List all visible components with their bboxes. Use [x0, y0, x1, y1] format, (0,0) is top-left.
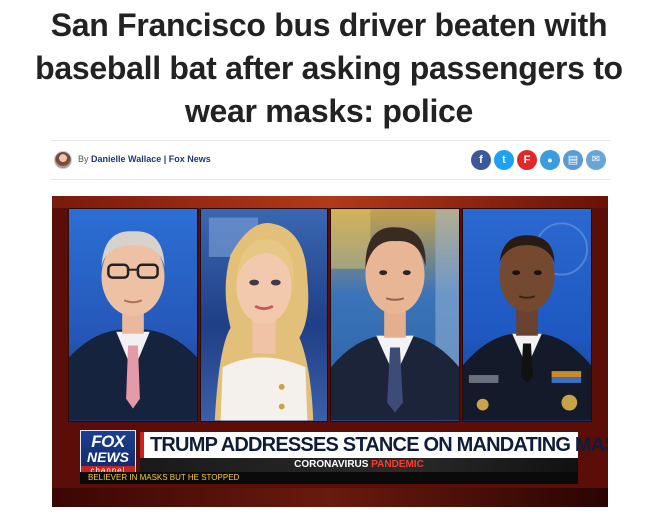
host-man-glasses — [69, 231, 197, 421]
print-icon[interactable]: ▤ — [563, 150, 583, 170]
author-link[interactable]: Danielle Wallace — [91, 154, 161, 164]
logo-line-2: NEWS — [87, 449, 129, 465]
chyron-subheadline: CORONAVIRUS PANDEMIC — [140, 458, 578, 472]
email-icon[interactable]: ✉ — [586, 150, 606, 170]
comments-icon[interactable]: ● — [540, 150, 560, 170]
video-panel-3 — [330, 208, 460, 422]
article-headline: San Francisco bus driver beaten with bas… — [35, 7, 623, 129]
byline-bar: By Danielle Wallace | Fox News f t F ● ▤… — [50, 140, 610, 180]
flipboard-icon[interactable]: F — [517, 150, 537, 170]
chyron-headline: TRUMP ADDRESSES STANCE ON MANDATING MASK… — [140, 432, 608, 458]
guest-man-uniform — [463, 222, 591, 421]
news-lower-third: FOX NEWS channel TRUMP ADDRESSES STANCE … — [80, 428, 608, 484]
host-woman-blonde — [208, 217, 314, 421]
video-panel-1 — [68, 208, 198, 422]
share-buttons: f t F ● ▤ ✉ — [471, 150, 606, 170]
author-avatar[interactable] — [54, 151, 72, 169]
guest-man-suit — [331, 209, 459, 421]
logo-line-1: FOX — [91, 432, 125, 451]
video-panel-4 — [462, 208, 592, 422]
video-bottom-strip — [52, 488, 608, 507]
fox-news-logo: FOX NEWS channel — [80, 430, 136, 478]
video-panel-2 — [200, 208, 328, 422]
news-ticker: BELIEVER IN MASKS BUT HE STOPPED — [80, 472, 578, 484]
chyron-sub-word-1: CORONAVIRUS — [294, 459, 369, 470]
byline-separator: | — [163, 154, 167, 164]
outlet-link[interactable]: Fox News — [169, 154, 211, 164]
twitter-icon[interactable]: t — [494, 150, 514, 170]
byline-prefix: By — [78, 154, 89, 164]
video-player[interactable]: FOX NEWS channel TRUMP ADDRESSES STANCE … — [52, 196, 608, 507]
facebook-icon[interactable]: f — [471, 150, 491, 170]
byline: By Danielle Wallace | Fox News — [78, 154, 211, 164]
video-top-strip — [52, 196, 608, 208]
chyron-sub-word-2: PANDEMIC — [371, 459, 424, 470]
